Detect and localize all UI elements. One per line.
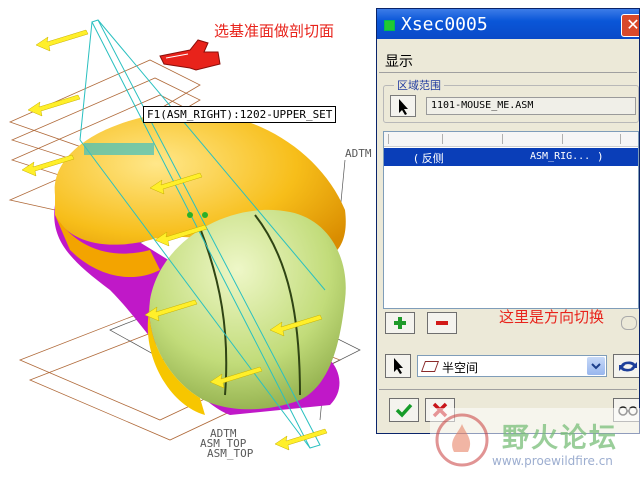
flip-arrows-icon — [619, 361, 637, 372]
ok-button[interactable] — [389, 398, 419, 422]
datum-label: ASM_TOP — [207, 447, 254, 460]
datum-label: ADTM — [345, 147, 372, 160]
close-button[interactable]: ✕ — [621, 14, 640, 37]
row-close-paren: ) — [598, 150, 603, 163]
minus-icon — [436, 321, 448, 325]
radio-icon — [621, 316, 637, 330]
annotation-select-datum: 选基准面做剖切面 — [214, 22, 335, 40]
dialog-title: Xsec0005 — [401, 14, 488, 35]
menu-divider — [379, 72, 637, 73]
row-direction: ( 反侧 — [414, 152, 444, 165]
add-button[interactable] — [385, 312, 415, 334]
checkmark-icon — [395, 403, 413, 418]
dialog-titlebar[interactable]: Xsec0005 ✕ — [377, 9, 639, 39]
region-group-label: 区域范围 — [394, 77, 444, 93]
section-list[interactable]: ( 反侧 ASM_RIG... ) — [383, 131, 639, 309]
region-group: 区域范围 1101-MOUSE_ME.ASM — [383, 77, 639, 123]
region-field[interactable]: 1101-MOUSE_ME.ASM — [426, 97, 636, 115]
halfspace-dropdown[interactable]: 半空间 — [417, 355, 607, 377]
xsec-dialog: Xsec0005 ✕ 显示 区域范围 1101-MOUSE_ME.ASM ( 反… — [376, 8, 640, 434]
region-select-button[interactable] — [390, 95, 416, 117]
datum-tooltip: F1(ASM_RIGHT):1202-UPPER_SET — [143, 106, 337, 123]
cursor-arrow-icon — [399, 99, 408, 115]
select-reference-button[interactable] — [385, 354, 411, 378]
row-reference: ASM_RIG... — [530, 151, 591, 162]
annotation-direction-switch: 这里是方向切换 — [499, 308, 605, 326]
watermark-url: www.proewildfire.cn — [492, 454, 613, 468]
close-icon: ✕ — [626, 15, 640, 34]
watermark-logo-icon — [435, 413, 489, 467]
flip-direction-button[interactable] — [613, 354, 639, 378]
remove-button[interactable] — [427, 312, 457, 334]
plus-icon — [394, 317, 406, 329]
halfspace-plane-icon — [420, 361, 440, 372]
watermark-name: 野火论坛 — [502, 423, 618, 454]
list-item[interactable]: ( 反侧 ASM_RIG... ) — [384, 148, 638, 166]
list-header — [384, 132, 638, 147]
bottom-divider — [379, 389, 637, 390]
watermark: 野火论坛 www.proewildfire.cn — [430, 408, 640, 474]
halfspace-value: 半空间 — [442, 361, 479, 375]
cursor-arrow-icon — [394, 358, 403, 374]
menu-display[interactable]: 显示 — [385, 51, 413, 71]
chevron-down-icon[interactable] — [587, 357, 605, 375]
pointer-hand-icon — [159, 39, 221, 71]
dialog-app-icon — [384, 20, 395, 31]
